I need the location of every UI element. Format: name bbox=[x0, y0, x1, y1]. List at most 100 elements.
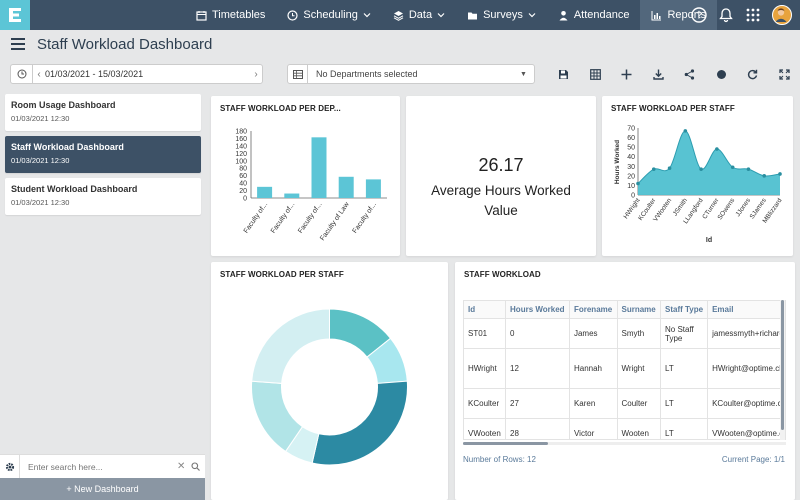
table-cell: Karen bbox=[569, 388, 618, 419]
clear-search-icon[interactable]: ✕ bbox=[177, 461, 191, 472]
bell-icon[interactable] bbox=[718, 7, 734, 23]
nav-item-scheduling[interactable]: Scheduling bbox=[276, 0, 381, 30]
user-avatar[interactable] bbox=[772, 5, 792, 25]
area-fill bbox=[638, 130, 780, 195]
table-row[interactable]: VWooten28VictorWootenLTVWooten@optime.cl… bbox=[464, 418, 785, 439]
folder-icon bbox=[468, 12, 478, 19]
new-dashboard-label: + New Dashboard bbox=[66, 484, 139, 494]
bar[interactable] bbox=[338, 176, 354, 198]
data-point[interactable] bbox=[715, 147, 719, 151]
next-date-button[interactable]: › bbox=[250, 69, 262, 80]
bar-chart-icon bbox=[651, 10, 662, 20]
staff-donut-chart bbox=[251, 308, 408, 466]
sidebar-item-staff-workload[interactable]: Staff Workload Dashboard 01/03/2021 12:3… bbox=[5, 136, 201, 173]
table-row[interactable]: ST01 0 James Smyth No Staff Type jamessmyth+r… bbox=[464, 318, 785, 349]
column-header[interactable]: Email bbox=[707, 301, 785, 319]
table-cell: 12 bbox=[505, 348, 570, 389]
date-range-picker[interactable]: ‹ 01/03/2021 - 15/03/2021 › bbox=[10, 64, 263, 84]
calendar-icon bbox=[196, 10, 207, 21]
save-button[interactable] bbox=[548, 62, 580, 86]
data-point[interactable] bbox=[699, 167, 703, 171]
data-point[interactable] bbox=[730, 165, 735, 170]
clock-icon bbox=[17, 69, 26, 79]
staff-area-card: STAFF WORKLOAD PER STAFF 0 10 20 30 40 50 60 70… bbox=[602, 96, 793, 256]
sidebar-item-date: 01/03/2021 12:30 bbox=[11, 198, 70, 207]
table-row[interactable]: HWright 12 Hannah Wright LT HWright@optime.cl… bbox=[464, 348, 785, 389]
download-icon bbox=[653, 69, 664, 80]
table-cell: HWright@optime.cloud bbox=[707, 348, 785, 389]
dashboard-toolbar: ‹ 01/03/2021 - 15/03/2021 › No Departmen… bbox=[0, 58, 800, 90]
staff-area-chart: 010203040506070HWrightKCoulterVWootenJSm… bbox=[614, 126, 784, 245]
prev-date-button[interactable]: ‹ bbox=[33, 69, 45, 80]
donut-slice[interactable] bbox=[251, 308, 330, 384]
table-cell: Wright bbox=[617, 348, 662, 389]
data-point[interactable] bbox=[636, 181, 640, 186]
page-title: Staff Workload Dashboard bbox=[37, 35, 213, 53]
layout-button[interactable] bbox=[580, 62, 612, 86]
table-cell: HWright bbox=[464, 348, 507, 389]
fullscreen-button[interactable] bbox=[769, 62, 800, 86]
department-select[interactable]: No Departments selected ▼ bbox=[287, 64, 535, 84]
app-logo[interactable] bbox=[0, 0, 30, 30]
sidebar-item-room-usage[interactable]: Room Usage Dashboard 01/03/2021 12:30 bbox=[5, 94, 201, 131]
table-row[interactable]: KCoulter 27 Karen Coulter LT KCoulter@optime.… bbox=[464, 388, 785, 419]
sidebar-item-student-workload[interactable]: Student Workload Dashboard 01/03/2021 12… bbox=[5, 178, 201, 215]
column-header[interactable]: Forename bbox=[569, 301, 618, 319]
refresh-button[interactable] bbox=[737, 62, 769, 86]
table-cell: Hannah bbox=[569, 348, 618, 389]
data-point[interactable] bbox=[778, 172, 782, 176]
help-icon[interactable]: ? bbox=[691, 7, 707, 23]
record-button[interactable] bbox=[706, 62, 738, 86]
horizontal-scrollbar[interactable] bbox=[463, 442, 786, 445]
column-header[interactable]: Id bbox=[464, 301, 507, 319]
staff-workload-table-card: STAFF WORKLOAD Id Hours Worked Forename Sur… bbox=[455, 262, 795, 500]
gear-icon[interactable] bbox=[5, 462, 15, 472]
search-input[interactable] bbox=[28, 461, 177, 472]
column-header[interactable]: Surname bbox=[617, 301, 662, 319]
bar[interactable] bbox=[365, 179, 381, 198]
save-icon bbox=[559, 69, 569, 79]
x-axis-label: Id bbox=[706, 237, 712, 244]
bar[interactable] bbox=[284, 193, 300, 198]
table-cell: KCoulter@optime.cloud bbox=[707, 388, 785, 419]
vertical-scrollbar[interactable] bbox=[780, 300, 785, 440]
table-viewport[interactable]: Id Hours Worked Forename Surname Staff Type E… bbox=[463, 300, 786, 440]
share-button[interactable] bbox=[674, 62, 706, 86]
data-point[interactable] bbox=[746, 167, 751, 171]
hamburger-menu-icon[interactable] bbox=[11, 38, 25, 50]
nav-item-label: Attendance bbox=[573, 9, 630, 21]
table-cell: Victor bbox=[569, 418, 618, 439]
new-dashboard-button[interactable]: + New Dashboard bbox=[0, 478, 205, 500]
y-tick-label: 60 bbox=[239, 173, 247, 180]
y-tick-label: 60 bbox=[627, 135, 635, 142]
donut-slice[interactable] bbox=[311, 380, 408, 466]
top-navbar: Timetables Scheduling Data Surveys Attendanc… bbox=[0, 0, 800, 30]
kpi-value: 26.17 bbox=[478, 155, 524, 175]
nav-item-attendance[interactable]: Attendance bbox=[547, 0, 641, 30]
nav-item-timetables[interactable]: Timetables bbox=[185, 0, 276, 30]
y-tick-label: 70 bbox=[627, 126, 635, 133]
data-point[interactable] bbox=[651, 167, 656, 171]
download-button[interactable] bbox=[643, 62, 675, 86]
y-tick-label: 20 bbox=[239, 188, 247, 195]
add-widget-button[interactable] bbox=[611, 62, 643, 86]
apps-grid-icon[interactable] bbox=[745, 7, 761, 23]
bar[interactable] bbox=[257, 186, 273, 198]
column-header[interactable]: Staff Type bbox=[660, 301, 709, 319]
dashboard-sidebar: Room Usage Dashboard 01/03/2021 12:30 St… bbox=[0, 90, 205, 500]
data-point[interactable] bbox=[683, 129, 688, 133]
bar[interactable] bbox=[311, 137, 327, 198]
data-point[interactable] bbox=[667, 166, 672, 170]
expand-icon bbox=[779, 68, 790, 80]
dept-workload-card: STAFF WORKLOAD PER DEP... 0 20 40 60 80 100 12… bbox=[211, 96, 400, 256]
search-icon[interactable] bbox=[191, 462, 200, 471]
y-tick-label: 100 bbox=[235, 158, 247, 165]
nav-item-surveys[interactable]: Surveys bbox=[456, 0, 547, 30]
y-tick-label: 180 bbox=[235, 129, 247, 136]
nav-item-data[interactable]: Data bbox=[382, 0, 456, 30]
dept-bar-chart: 020406080100120140160180Faculty of... Fac… bbox=[235, 129, 387, 242]
table-cell: Wooten bbox=[617, 418, 662, 439]
y-tick-label: 160 bbox=[235, 136, 247, 143]
data-point[interactable] bbox=[762, 174, 767, 178]
column-header[interactable]: Hours Worked bbox=[505, 301, 570, 319]
